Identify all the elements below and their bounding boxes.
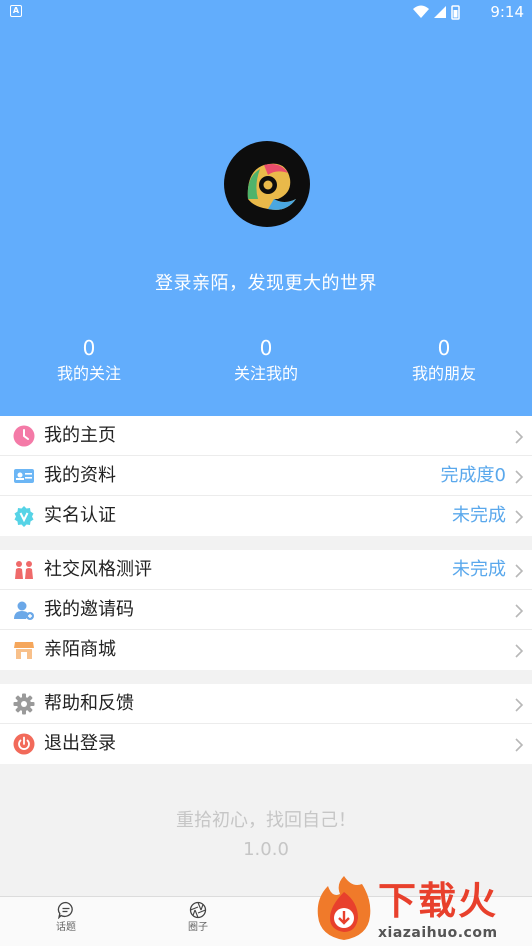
couple-icon xyxy=(15,561,33,579)
menu-label: 退出登录 xyxy=(44,733,116,754)
menu-label: 实名认证 xyxy=(44,505,116,526)
menu-label: 帮助和反馈 xyxy=(44,693,134,714)
stat-label: 我的关注 xyxy=(56,364,121,383)
chevron-right-icon xyxy=(515,698,524,712)
chevron-right-icon xyxy=(515,604,524,618)
menu-group-profile: 我的主页 我的资料 完成度0 实名认证 未完成 xyxy=(0,416,532,536)
chevron-right-icon xyxy=(515,738,524,752)
menu-label: 我的资料 xyxy=(44,465,116,486)
status-bar: A 9:14 xyxy=(0,0,532,24)
menu-item-realname-verify[interactable]: 实名认证 未完成 xyxy=(0,496,532,536)
gear-icon xyxy=(13,693,35,715)
menu-item-logout[interactable]: 退出登录 xyxy=(0,724,532,764)
stat-label: 关注我的 xyxy=(233,364,298,383)
wifi-icon xyxy=(413,5,429,18)
chevron-right-icon xyxy=(515,470,524,484)
watermark-title: 下载火 xyxy=(378,879,499,923)
verified-badge-icon xyxy=(14,506,34,527)
login-prompt[interactable]: 登录亲陌，发现更大的世界 xyxy=(0,271,532,297)
chevron-right-icon xyxy=(515,644,524,658)
power-icon xyxy=(13,733,35,755)
menu-item-homepage[interactable]: 我的主页 xyxy=(0,416,532,456)
chat-bubble-icon xyxy=(57,901,73,919)
flame-logo-icon xyxy=(317,876,371,940)
tab-label: 圈子 xyxy=(188,922,208,933)
menu-item-store[interactable]: 亲陌商城 xyxy=(0,630,532,670)
status-time: 9:14 xyxy=(490,3,524,21)
app-logo[interactable] xyxy=(224,141,310,227)
menu-item-social-test[interactable]: 社交风格测评 未完成 xyxy=(0,550,532,590)
notification-badge: A xyxy=(10,5,22,17)
stat-followers[interactable]: 0 关注我的 xyxy=(196,335,336,387)
menu-item-profile-info[interactable]: 我的资料 完成度0 xyxy=(0,456,532,496)
clock-icon xyxy=(13,425,35,447)
tab-label: 话题 xyxy=(56,922,76,933)
menu-value: 未完成 xyxy=(452,505,506,526)
id-card-icon xyxy=(14,469,34,483)
menu-item-invite-code[interactable]: 我的邀请码 xyxy=(0,590,532,630)
stat-label: 我的朋友 xyxy=(411,364,476,383)
watermark-url: xiazaihuo.com xyxy=(378,925,498,941)
app-version: 1.0.0 xyxy=(243,839,289,860)
profile-header: A 9:14 登录亲陌，发现更大的世界 0 我的关注 0 关注我的 0 我的朋友 xyxy=(0,0,532,416)
store-icon xyxy=(14,642,34,659)
logo-mark-icon xyxy=(247,163,296,210)
menu-value: 完成度0 xyxy=(440,465,506,486)
stat-count: 0 xyxy=(259,336,273,360)
menu-label: 社交风格测评 xyxy=(44,559,152,580)
tab-topics[interactable]: 话题 xyxy=(26,901,106,935)
menu-group-settings: 帮助和反馈 退出登录 xyxy=(0,684,532,764)
menu-item-help-feedback[interactable]: 帮助和反馈 xyxy=(0,684,532,724)
stats-row: 0 我的关注 0 关注我的 0 我的朋友 xyxy=(0,335,532,391)
signal-icon xyxy=(434,6,446,18)
menu-group-social: 社交风格测评 未完成 我的邀请码 亲陌商城 xyxy=(0,550,532,670)
chevron-right-icon xyxy=(515,430,524,444)
menu-value: 未完成 xyxy=(452,559,506,580)
stat-count: 0 xyxy=(82,336,96,360)
menu-label: 我的邀请码 xyxy=(44,599,134,620)
stat-friends[interactable]: 0 我的朋友 xyxy=(374,335,514,387)
menu-label: 亲陌商城 xyxy=(44,639,116,660)
stat-count: 0 xyxy=(437,336,451,360)
status-icons xyxy=(413,5,460,20)
chevron-right-icon xyxy=(515,564,524,578)
user-invite-icon xyxy=(14,601,34,620)
stat-following[interactable]: 0 我的关注 xyxy=(19,335,159,387)
aperture-icon xyxy=(189,901,207,919)
watermark: 下载火 xiazaihuo.com xyxy=(312,874,532,946)
tab-circles[interactable]: 圈子 xyxy=(158,901,238,935)
menu-label: 我的主页 xyxy=(44,425,116,446)
slogan: 重拾初心，找回自己！ xyxy=(176,810,356,831)
chevron-right-icon xyxy=(515,510,524,524)
